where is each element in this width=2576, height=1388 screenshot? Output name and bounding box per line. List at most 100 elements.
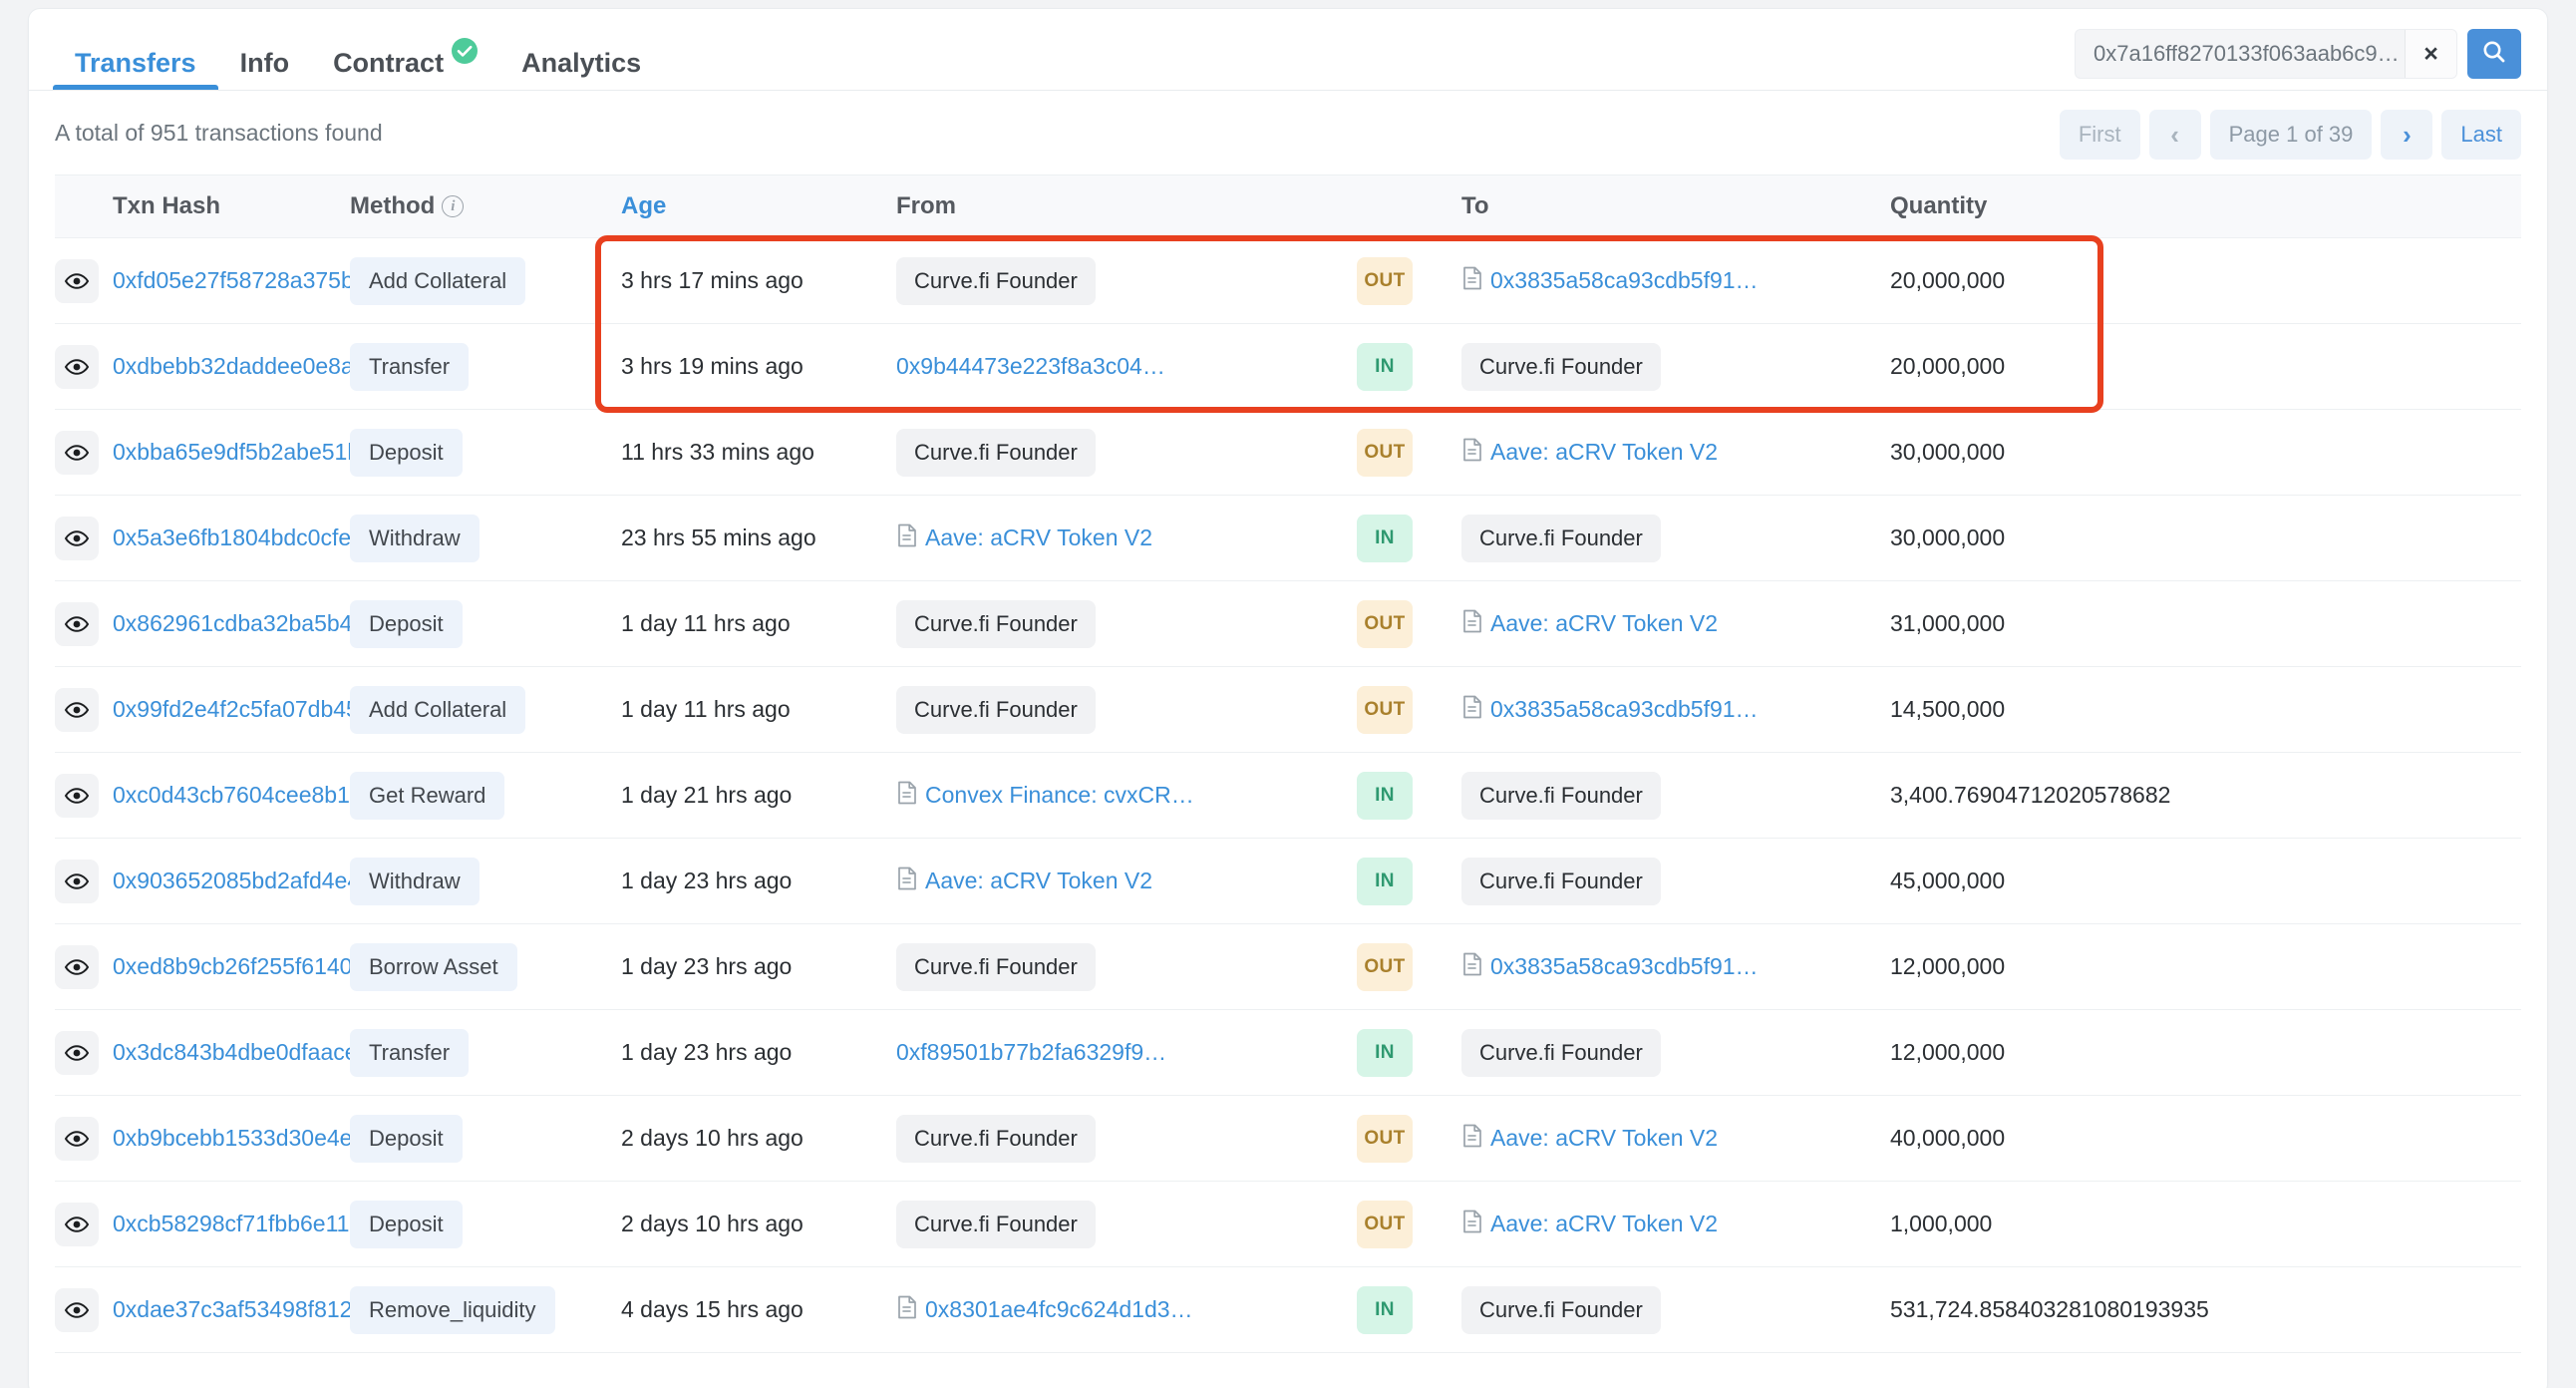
from-party-link[interactable]: Aave: aCRV Token V2 bbox=[896, 867, 1152, 896]
eye-icon[interactable] bbox=[55, 1117, 99, 1161]
method-badge[interactable]: Add Collateral bbox=[350, 686, 525, 734]
method-cell: Withdraw bbox=[350, 858, 621, 905]
search-input[interactable]: 0x7a16ff8270133f063aab6c9… bbox=[2076, 29, 2405, 79]
column-header-age[interactable]: Age bbox=[621, 192, 896, 220]
txn-hash-link[interactable]: 0xbba65e9df5b2abe51b… bbox=[113, 439, 383, 465]
eye-icon[interactable] bbox=[55, 259, 99, 303]
info-circle-icon[interactable]: i bbox=[442, 195, 464, 217]
pagination-prev-button[interactable]: ‹ bbox=[2149, 110, 2201, 160]
clear-search-icon[interactable]: × bbox=[2405, 29, 2456, 79]
to-party-tag[interactable]: Curve.fi Founder bbox=[1461, 1029, 1661, 1077]
method-badge[interactable]: Deposit bbox=[350, 1115, 463, 1163]
from-party-tag[interactable]: Curve.fi Founder bbox=[896, 600, 1096, 648]
tab-analytics[interactable]: Analytics bbox=[499, 9, 663, 90]
method-badge[interactable]: Borrow Asset bbox=[350, 943, 517, 991]
txn-hash-link[interactable]: 0x5a3e6fb1804bdc0cfe3… bbox=[113, 524, 387, 550]
txn-hash-link[interactable]: 0xdbebb32daddee0e8ac… bbox=[113, 353, 388, 379]
direction-badge: OUT bbox=[1357, 1201, 1413, 1248]
txn-hash-link[interactable]: 0x99fd2e4f2c5fa07db45… bbox=[113, 696, 382, 722]
from-party-tag[interactable]: Curve.fi Founder bbox=[896, 1115, 1096, 1163]
direction-cell: IN bbox=[1357, 772, 1461, 820]
method-badge[interactable]: Get Reward bbox=[350, 772, 504, 820]
from-party-tag[interactable]: Curve.fi Founder bbox=[896, 686, 1096, 734]
quantity-cell: 14,500,000 bbox=[1890, 696, 2521, 723]
table-row: 0xbba65e9df5b2abe51b…Deposit11 hrs 33 mi… bbox=[55, 410, 2521, 496]
from-party-link[interactable]: Convex Finance: cvxCR… bbox=[896, 781, 1194, 811]
txn-hash-link[interactable]: 0xdae37c3af53498f8129… bbox=[113, 1296, 388, 1322]
eye-icon[interactable] bbox=[55, 345, 99, 389]
from-party-tag[interactable]: Curve.fi Founder bbox=[896, 1201, 1096, 1248]
txn-hash-link[interactable]: 0x903652085bd2afd4e4… bbox=[113, 868, 383, 893]
method-badge[interactable]: Withdraw bbox=[350, 858, 480, 905]
search-field[interactable]: 0x7a16ff8270133f063aab6c9… × bbox=[2075, 29, 2457, 79]
method-cell: Add Collateral bbox=[350, 257, 621, 305]
to-party-link[interactable]: Aave: aCRV Token V2 bbox=[1461, 1124, 1718, 1154]
txn-hash-link[interactable]: 0xfd05e27f58728a375bb… bbox=[113, 267, 390, 293]
from-party-link[interactable]: 0xf89501b77b2fa6329f9… bbox=[896, 1039, 1166, 1066]
table-row: 0xc0d43cb7604cee8b1bf…Get Reward1 day 21… bbox=[55, 753, 2521, 839]
from-party-label: Aave: aCRV Token V2 bbox=[925, 868, 1152, 894]
to-party-tag[interactable]: Curve.fi Founder bbox=[1461, 772, 1661, 820]
method-badge[interactable]: Transfer bbox=[350, 1029, 469, 1077]
age-text: 2 days 10 hrs ago bbox=[621, 1211, 804, 1236]
eye-icon[interactable] bbox=[55, 1031, 99, 1075]
quantity-text: 31,000,000 bbox=[1890, 610, 2005, 636]
to-party-link[interactable]: Aave: aCRV Token V2 bbox=[1461, 438, 1718, 468]
search-button[interactable] bbox=[2467, 29, 2521, 79]
tab-analytics-label: Analytics bbox=[521, 48, 641, 79]
to-party-link[interactable]: 0x3835a58ca93cdb5f91… bbox=[1461, 952, 1759, 982]
pagination-first-button[interactable]: First bbox=[2060, 110, 2140, 160]
from-party-link[interactable]: 0x8301ae4fc9c624d1d3… bbox=[896, 1295, 1193, 1325]
method-badge[interactable]: Remove_liquidity bbox=[350, 1286, 555, 1334]
to-party-link[interactable]: Aave: aCRV Token V2 bbox=[1461, 1210, 1718, 1239]
to-party-link[interactable]: 0x3835a58ca93cdb5f91… bbox=[1461, 695, 1759, 725]
txn-hash-link[interactable]: 0xb9bcebb1533d30e4ea… bbox=[113, 1125, 388, 1151]
from-party-link[interactable]: 0x9b44473e223f8a3c04… bbox=[896, 353, 1165, 380]
eye-icon[interactable] bbox=[55, 602, 99, 646]
from-party-tag[interactable]: Curve.fi Founder bbox=[896, 257, 1096, 305]
eye-icon[interactable] bbox=[55, 774, 99, 818]
method-badge[interactable]: Deposit bbox=[350, 600, 463, 648]
eye-icon[interactable] bbox=[55, 431, 99, 475]
to-party-tag[interactable]: Curve.fi Founder bbox=[1461, 1286, 1661, 1334]
eye-icon[interactable] bbox=[55, 688, 99, 732]
eye-icon[interactable] bbox=[55, 1203, 99, 1246]
eye-icon[interactable] bbox=[55, 1288, 99, 1332]
tab-transfers[interactable]: Transfers bbox=[53, 9, 218, 90]
method-badge[interactable]: Withdraw bbox=[350, 515, 480, 562]
to-party-tag[interactable]: Curve.fi Founder bbox=[1461, 858, 1661, 905]
method-cell: Deposit bbox=[350, 600, 621, 648]
txn-hash-cell: 0x5a3e6fb1804bdc0cfe3… bbox=[113, 524, 350, 551]
txn-hash-link[interactable]: 0xcb58298cf71fbb6e116… bbox=[113, 1211, 385, 1236]
txn-hash-link[interactable]: 0xed8b9cb26f255f6140d… bbox=[113, 953, 388, 979]
to-party-link[interactable]: 0x3835a58ca93cdb5f91… bbox=[1461, 266, 1759, 296]
quantity-cell: 1,000,000 bbox=[1890, 1211, 2521, 1237]
age-text: 3 hrs 17 mins ago bbox=[621, 267, 804, 293]
from-party-link[interactable]: Aave: aCRV Token V2 bbox=[896, 523, 1152, 553]
to-party-link[interactable]: Aave: aCRV Token V2 bbox=[1461, 609, 1718, 639]
method-badge[interactable]: Deposit bbox=[350, 1201, 463, 1248]
to-party-tag[interactable]: Curve.fi Founder bbox=[1461, 515, 1661, 562]
age-text: 1 day 11 hrs ago bbox=[621, 610, 791, 636]
method-badge[interactable]: Transfer bbox=[350, 343, 469, 391]
eye-icon[interactable] bbox=[55, 517, 99, 560]
quantity-text: 531,724.858403281080193935 bbox=[1890, 1296, 2209, 1322]
tab-info[interactable]: Info bbox=[218, 9, 311, 90]
column-header-from: From bbox=[896, 192, 1357, 220]
tab-bar: Transfers Info Contract Analytics bbox=[29, 9, 2547, 91]
eye-icon[interactable] bbox=[55, 860, 99, 903]
method-badge[interactable]: Deposit bbox=[350, 429, 463, 477]
to-party-tag[interactable]: Curve.fi Founder bbox=[1461, 343, 1661, 391]
txn-hash-link[interactable]: 0x862961cdba32ba5b41… bbox=[113, 610, 388, 636]
pagination-last-button[interactable]: Last bbox=[2441, 110, 2521, 160]
age-text: 3 hrs 19 mins ago bbox=[621, 353, 804, 379]
from-party-label: Aave: aCRV Token V2 bbox=[925, 524, 1152, 551]
txn-hash-link[interactable]: 0x3dc843b4dbe0dfaacef… bbox=[113, 1039, 387, 1065]
row-preview-cell bbox=[55, 1117, 113, 1161]
eye-icon[interactable] bbox=[55, 945, 99, 989]
from-party-tag[interactable]: Curve.fi Founder bbox=[896, 943, 1096, 991]
from-party-tag[interactable]: Curve.fi Founder bbox=[896, 429, 1096, 477]
tab-contract[interactable]: Contract bbox=[311, 9, 499, 90]
pagination-next-button[interactable]: › bbox=[2381, 110, 2432, 160]
method-badge[interactable]: Add Collateral bbox=[350, 257, 525, 305]
